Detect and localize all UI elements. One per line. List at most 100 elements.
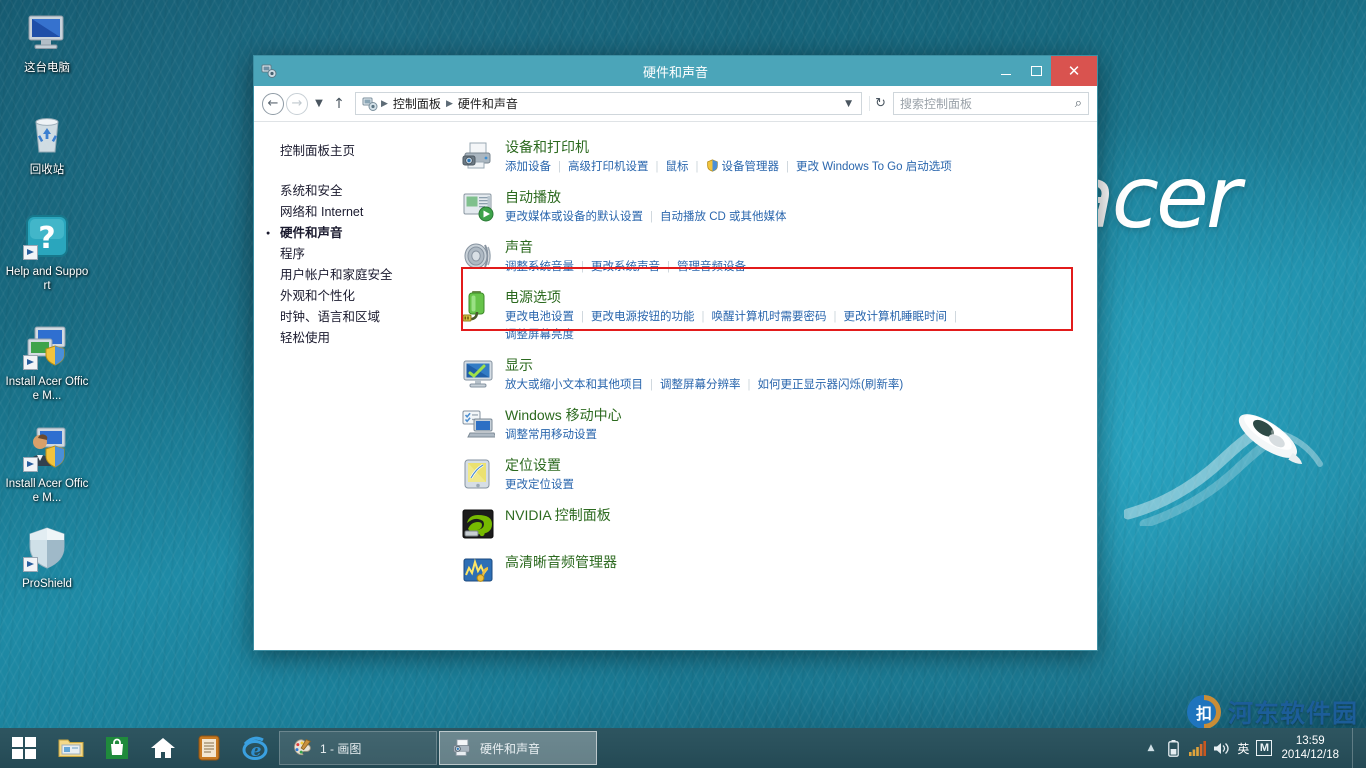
sidebar-item-ease-of-access[interactable]: 轻松使用	[280, 328, 461, 349]
chevron-down-icon[interactable]: ▼	[839, 99, 858, 109]
clock[interactable]: 13:59 2014/12/18	[1279, 734, 1345, 762]
link-manage-audio-devices[interactable]: 管理音频设备	[677, 261, 746, 273]
mobility-center-icon	[461, 407, 495, 441]
clock-time: 13:59	[1281, 734, 1339, 748]
link-make-text-larger[interactable]: 放大或缩小文本和其他项目	[505, 379, 643, 391]
nvidia-icon	[461, 507, 495, 541]
link-adjust-resolution[interactable]: 调整屏幕分辨率	[660, 379, 741, 391]
link-change-power-button[interactable]: 更改电源按钮的功能	[591, 311, 695, 323]
svg-text:扣: 扣	[1196, 704, 1212, 723]
computer-icon	[23, 8, 71, 56]
content-area: 设备和打印机 添加设备|高级打印机设置|鼠标|设备管理器|更改 Windows …	[461, 122, 1097, 650]
taskbar-pin-notepad[interactable]	[186, 728, 232, 768]
category-title[interactable]: 声音	[505, 238, 1083, 257]
category-sound: 声音 调整系统音量|更改系统声音|管理音频设备	[461, 234, 1083, 284]
control-panel-icon	[362, 96, 378, 112]
close-button[interactable]: ✕	[1051, 56, 1097, 86]
taskbar-task-control-panel[interactable]: 硬件和声音	[439, 731, 597, 765]
search-box[interactable]: 搜索控制面板 ⌕	[893, 92, 1089, 115]
desktop-icon-install-acer-office-2[interactable]: Install Acer Office M...	[4, 424, 90, 505]
taskbar-pin-internet-explorer[interactable]: e	[232, 728, 278, 768]
taskbar-task-paint[interactable]: 1 - 画图	[279, 731, 437, 765]
battery-icon[interactable]	[1165, 740, 1182, 757]
shortcut-overlay-icon	[23, 355, 38, 370]
category-title[interactable]: 高清晰音频管理器	[505, 553, 1083, 572]
link-mouse[interactable]: 鼠标	[666, 161, 689, 173]
desktop-icon-recycle-bin[interactable]: 回收站	[4, 110, 90, 177]
house-icon	[150, 736, 176, 760]
sidebar-item-appearance[interactable]: 外观和个性化	[280, 286, 461, 307]
recent-locations-button[interactable]: ▼	[310, 93, 328, 115]
desktop[interactable]: acer 这台电脑 回收站	[0, 0, 1366, 768]
category-title[interactable]: Windows 移动中心	[505, 406, 1083, 425]
link-change-system-sounds[interactable]: 更改系统声音	[591, 261, 660, 273]
ime-indicator[interactable]: 英	[1237, 740, 1249, 757]
category-windows-mobility-center: Windows 移动中心 调整常用移动设置	[461, 402, 1083, 452]
link-adjust-system-volume[interactable]: 调整系统音量	[505, 261, 574, 273]
up-button[interactable]: ↑	[330, 93, 348, 115]
sidebar-item-programs[interactable]: 程序	[280, 244, 461, 265]
link-change-sleep-time[interactable]: 更改计算机睡眠时间	[844, 311, 948, 323]
minimize-button[interactable]	[991, 56, 1021, 86]
breadcrumb-separator: ▶	[380, 99, 389, 109]
minimize-icon	[1001, 74, 1011, 76]
breadcrumb-item-hardware-sound[interactable]: 硬件和声音	[454, 95, 522, 112]
link-change-default-media-settings[interactable]: 更改媒体或设备的默认设置	[505, 211, 643, 223]
speaker-icon	[461, 239, 495, 273]
sidebar-item-clock-language[interactable]: 时钟、语言和区域	[280, 307, 461, 328]
taskbar-pin-home[interactable]	[140, 728, 186, 768]
desktop-icon-this-pc[interactable]: 这台电脑	[4, 8, 90, 75]
link-windows-to-go[interactable]: 更改 Windows To Go 启动选项	[796, 161, 952, 173]
desktop-icon-label: ProShield	[22, 577, 72, 591]
taskbar[interactable]: e 1 - 画图 硬件和声音	[0, 728, 1366, 768]
link-add-device[interactable]: 添加设备	[505, 161, 551, 173]
link-require-password-on-wakeup[interactable]: 唤醒计算机时需要密码	[712, 311, 827, 323]
control-panel-window[interactable]: 硬件和声音 ✕ ← → ▼ ↑ ▶ 控制面板 ▶	[253, 55, 1098, 651]
ime-mode-badge[interactable]: M	[1256, 740, 1272, 756]
link-autoplay-cd[interactable]: 自动播放 CD 或其他媒体	[660, 211, 787, 223]
taskbar-pin-file-explorer[interactable]	[48, 728, 94, 768]
desktop-icon-install-acer-office-1[interactable]: Install Acer Office M...	[4, 322, 90, 403]
sidebar-item-system-security[interactable]: 系统和安全	[280, 181, 461, 202]
network-signal-icon[interactable]	[1189, 740, 1206, 757]
ie-icon: e	[241, 735, 269, 761]
chevron-up-icon[interactable]: ▲	[1144, 743, 1159, 753]
link-device-manager[interactable]: 设备管理器	[722, 161, 780, 173]
forward-button[interactable]: →	[286, 93, 308, 115]
shortcut-overlay-icon	[23, 557, 38, 572]
sidebar-item-user-accounts[interactable]: 用户帐户和家庭安全	[280, 265, 461, 286]
link-adjust-mobility-settings[interactable]: 调整常用移动设置	[505, 429, 597, 441]
category-title[interactable]: 电源选项	[505, 288, 1083, 307]
sidebar-item-home[interactable]: 控制面板主页	[280, 140, 461, 159]
sidebar-item-hardware-sound[interactable]: 硬件和声音	[280, 223, 461, 244]
category-title[interactable]: 定位设置	[505, 456, 1083, 475]
show-desktop-button[interactable]	[1352, 728, 1360, 768]
volume-icon[interactable]	[1213, 740, 1230, 757]
category-title[interactable]: 显示	[505, 356, 1083, 375]
windows-logo-icon	[11, 735, 37, 761]
system-tray[interactable]: ▲	[1144, 728, 1366, 768]
category-title[interactable]: 设备和打印机	[505, 138, 1083, 157]
taskbar-pin-store[interactable]	[94, 728, 140, 768]
link-change-battery-settings[interactable]: 更改电池设置	[505, 311, 574, 323]
navigation-toolbar[interactable]: ← → ▼ ↑ ▶ 控制面板 ▶ 硬件和声音 ▼ ↻ 搜索控制面板 ⌕	[254, 86, 1097, 122]
sidebar-item-network-internet[interactable]: 网络和 Internet	[280, 202, 461, 223]
link-fix-flicker[interactable]: 如何更正显示器闪烁(刷新率)	[758, 379, 904, 391]
svg-text:e: e	[251, 741, 262, 761]
control-panel-icon	[261, 63, 277, 79]
start-button[interactable]	[0, 728, 48, 768]
desktop-icon-help-support[interactable]: ? Help and Support	[4, 212, 90, 293]
link-adjust-screen-brightness[interactable]: 调整屏幕亮度	[505, 329, 574, 341]
link-advanced-printer-settings[interactable]: 高级打印机设置	[568, 161, 649, 173]
category-title[interactable]: NVIDIA 控制面板	[505, 506, 1083, 525]
back-button[interactable]: ←	[262, 93, 284, 115]
address-bar[interactable]: ▶ 控制面板 ▶ 硬件和声音 ▼	[355, 92, 862, 115]
refresh-icon[interactable]: ↻	[869, 96, 891, 111]
category-title[interactable]: 自动播放	[505, 188, 1083, 207]
desktop-icon-proshield[interactable]: ProShield	[4, 524, 90, 591]
svg-text:?: ?	[38, 221, 55, 256]
window-titlebar[interactable]: 硬件和声音 ✕	[254, 56, 1097, 86]
link-change-location-settings[interactable]: 更改定位设置	[505, 479, 574, 491]
breadcrumb-item-control-panel[interactable]: 控制面板	[389, 95, 445, 112]
maximize-button[interactable]	[1021, 56, 1051, 86]
